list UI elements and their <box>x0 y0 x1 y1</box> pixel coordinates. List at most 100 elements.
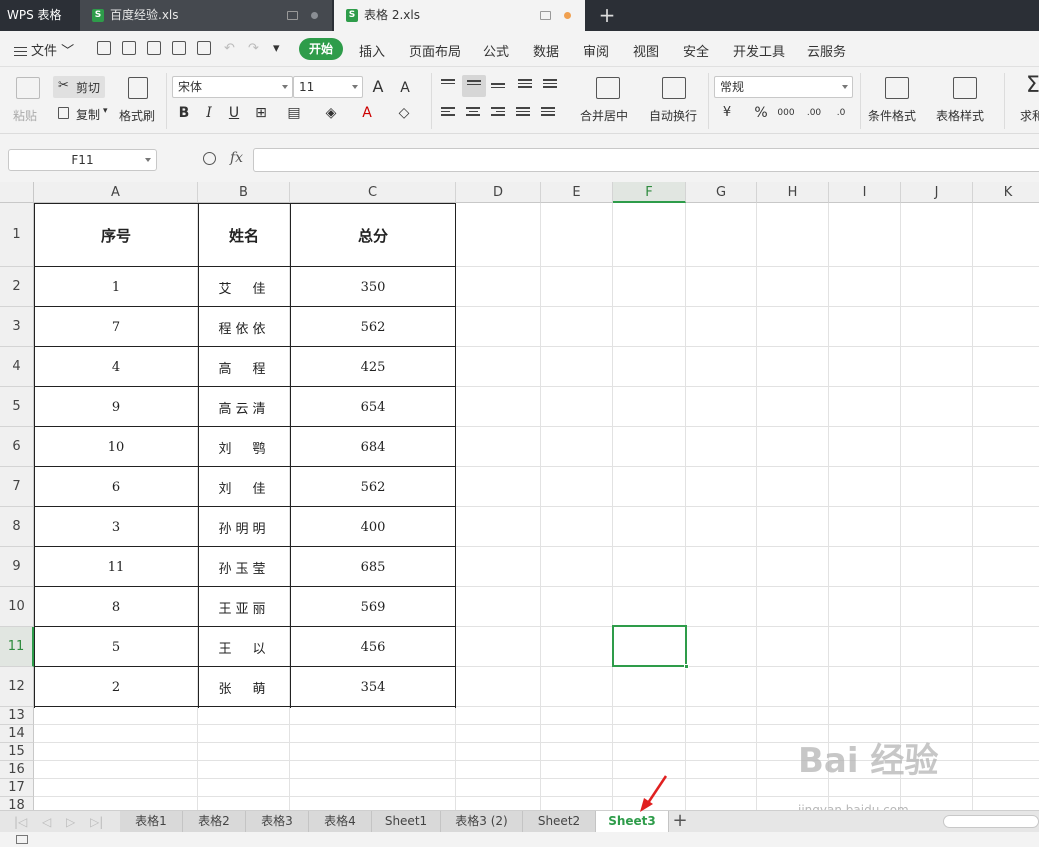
redo-icon[interactable]: ↷ <box>248 41 259 56</box>
table-cell[interactable]: 354 <box>290 667 456 707</box>
menu-home[interactable]: 开始 <box>299 38 343 60</box>
add-sheet-button[interactable]: + <box>671 811 689 832</box>
table-cell[interactable]: 456 <box>290 627 456 667</box>
selected-cell[interactable] <box>612 625 689 669</box>
table-header-cell[interactable]: 序号 <box>34 203 198 267</box>
sheet-tab-sheet1[interactable]: Sheet1 <box>372 811 441 832</box>
table-cell[interactable]: 5 <box>34 627 198 667</box>
column-header-i[interactable]: I <box>829 182 901 203</box>
merge-center-button[interactable]: 合并居中 <box>580 107 628 124</box>
column-header-c[interactable]: C <box>290 182 456 203</box>
table-cell[interactable]: 350 <box>290 267 456 307</box>
sheet-tab-sheet3[interactable]: Sheet3 <box>596 811 669 832</box>
row-header-7[interactable]: 7 <box>0 467 34 507</box>
menu-view[interactable]: 视图 <box>633 41 659 60</box>
paste-button[interactable]: 粘贴 <box>13 107 37 124</box>
increase-decimal-icon[interactable]: .00 <box>805 104 823 122</box>
table-cell[interactable]: 569 <box>290 587 456 627</box>
table-cell[interactable]: 刘 鹗 <box>198 427 290 467</box>
decrease-decimal-icon[interactable]: .0 <box>832 104 850 122</box>
prev-sheet-icon[interactable]: ◁ <box>42 815 51 829</box>
format-painter-icon[interactable] <box>128 77 148 99</box>
table-cell[interactable]: 高云清 <box>198 387 290 427</box>
underline-button[interactable]: U <box>225 104 243 122</box>
row-header-6[interactable]: 6 <box>0 427 34 467</box>
conditional-format-button[interactable]: 条件格式 <box>868 107 916 124</box>
table-cell[interactable]: 10 <box>34 427 198 467</box>
column-header-a[interactable]: A <box>34 182 198 203</box>
table-cell[interactable]: 684 <box>290 427 456 467</box>
copy-dropdown-icon[interactable]: ▾ <box>103 106 108 116</box>
align-center-icon[interactable] <box>466 107 480 119</box>
table-cell[interactable]: 9 <box>34 387 198 427</box>
clear-format-icon[interactable]: ◇ <box>395 104 413 122</box>
copy-button[interactable]: 复制 <box>76 106 100 123</box>
row-header-14[interactable]: 14 <box>0 725 34 743</box>
align-left-icon[interactable] <box>441 107 455 119</box>
table-cell[interactable]: 高 程 <box>198 347 290 387</box>
close-dot-icon[interactable] <box>311 12 318 19</box>
row-header-17[interactable]: 17 <box>0 779 34 797</box>
table-cell[interactable]: 孙玉莹 <box>198 547 290 587</box>
next-sheet-icon[interactable]: ▷ <box>66 815 75 829</box>
conditional-format-icon[interactable] <box>885 77 909 99</box>
align-right-icon[interactable] <box>491 107 505 119</box>
sheet-tab--1[interactable]: 表格1 <box>120 811 183 832</box>
italic-button[interactable]: I <box>200 104 218 122</box>
document-tab-1[interactable]: S 百度经验.xls <box>80 0 332 31</box>
table-cell[interactable]: 11 <box>34 547 198 587</box>
print-icon[interactable] <box>172 41 186 55</box>
print-preview-icon[interactable] <box>197 41 211 55</box>
column-header-d[interactable]: D <box>456 182 541 203</box>
table-cell[interactable]: 孙明明 <box>198 507 290 547</box>
sum-button[interactable]: 求和 <box>1020 107 1039 124</box>
row-header-18[interactable]: 18 <box>0 797 34 810</box>
column-header-g[interactable]: G <box>686 182 757 203</box>
first-sheet-icon[interactable]: |◁ <box>14 815 27 829</box>
table-header-cell[interactable]: 总分 <box>290 203 456 267</box>
borders-icon[interactable]: ⊞ <box>252 104 270 122</box>
table-cell[interactable]: 6 <box>34 467 198 507</box>
sum-icon[interactable]: Σ <box>1026 73 1039 98</box>
row-header-10[interactable]: 10 <box>0 587 34 627</box>
customize-icon[interactable]: ▾ <box>273 41 280 56</box>
table-cell[interactable]: 刘 佳 <box>198 467 290 507</box>
window-icon[interactable] <box>287 11 298 20</box>
table-cell[interactable]: 王 以 <box>198 627 290 667</box>
decrease-indent-icon[interactable] <box>518 79 532 91</box>
wrap-text-button[interactable]: 自动换行 <box>649 107 697 124</box>
unsaved-dot-icon[interactable] <box>564 12 571 19</box>
row-header-2[interactable]: 2 <box>0 267 34 307</box>
table-cell[interactable]: 3 <box>34 507 198 547</box>
last-sheet-icon[interactable]: ▷| <box>90 815 103 829</box>
spreadsheet-grid[interactable]: A B C D E F G H I J K 1 2 3 4 5 6 7 8 9 10 11 12 13 14 15 16 17 18 序号… <box>0 182 1039 810</box>
horizontal-scrollbar[interactable] <box>943 815 1039 828</box>
sheet-tab--3[interactable]: 表格3 <box>246 811 309 832</box>
table-cell[interactable]: 1 <box>34 267 198 307</box>
table-cell[interactable]: 程依依 <box>198 307 290 347</box>
currency-icon[interactable]: ¥ <box>718 104 736 122</box>
pdf-icon[interactable] <box>147 41 161 55</box>
table-cell[interactable]: 562 <box>290 467 456 507</box>
font-name-select[interactable]: 宋体 <box>172 76 293 98</box>
table-cell[interactable]: 654 <box>290 387 456 427</box>
formula-input[interactable] <box>253 148 1039 172</box>
zoom-icon[interactable] <box>203 152 216 165</box>
sheet-tab--3-2-[interactable]: 表格3 (2) <box>441 811 523 832</box>
align-bottom-icon[interactable] <box>491 83 505 95</box>
menu-data[interactable]: 数据 <box>533 41 559 60</box>
row-header-11[interactable]: 11 <box>0 627 34 667</box>
new-tab-button[interactable]: + <box>597 3 617 27</box>
menu-developer[interactable]: 开发工具 <box>733 41 785 60</box>
table-cell[interactable]: 4 <box>34 347 198 387</box>
number-format-select[interactable]: 常规 <box>714 76 853 98</box>
status-icon[interactable] <box>16 835 28 844</box>
table-cell[interactable]: 2 <box>34 667 198 707</box>
row-header-9[interactable]: 9 <box>0 547 34 587</box>
row-header-4[interactable]: 4 <box>0 347 34 387</box>
menu-review[interactable]: 审阅 <box>583 41 609 60</box>
justify-icon[interactable] <box>516 107 530 119</box>
table-style-button[interactable]: 表格样式 <box>936 107 984 124</box>
fill-handle[interactable] <box>684 664 689 669</box>
menu-cloud[interactable]: 云服务 <box>807 41 846 60</box>
